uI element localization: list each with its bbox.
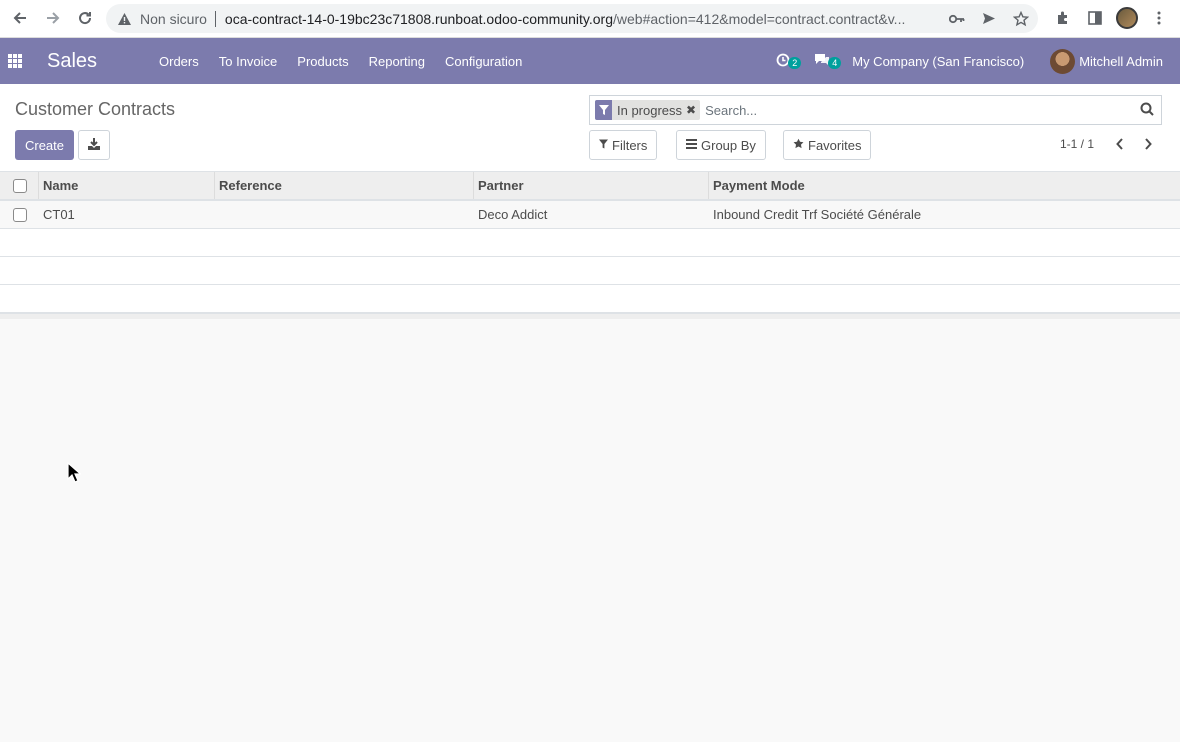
select-all-checkbox[interactable]: [13, 178, 27, 193]
address-bar[interactable]: Non sicuro oca-contract-14-0-19bc23c7180…: [106, 4, 1038, 33]
extensions-icon[interactable]: [1052, 6, 1074, 30]
url-text[interactable]: oca-contract-14-0-19bc23c71808.runboat.o…: [225, 11, 937, 27]
filter-icon: [595, 100, 612, 120]
star-icon: [793, 138, 804, 152]
profile-avatar[interactable]: [1116, 7, 1138, 29]
activity-badge: 2: [788, 56, 802, 69]
list-footer: [0, 313, 1180, 319]
menu-to-invoice[interactable]: To Invoice: [209, 54, 288, 69]
export-button[interactable]: [78, 130, 110, 160]
main-navbar: Sales Orders To Invoice Products Reporti…: [0, 38, 1180, 84]
forward-icon[interactable]: [42, 7, 64, 29]
url-host: oca-contract-14-0-19bc23c71808.runboat.o…: [224, 10, 613, 27]
pager-previous-icon[interactable]: [1110, 134, 1130, 154]
app-brand[interactable]: Sales: [47, 50, 97, 73]
favorites-label: Favorites: [808, 137, 862, 153]
menu-products[interactable]: Products: [287, 54, 358, 69]
filters-label: Filters: [612, 137, 648, 153]
row-checkbox[interactable]: [13, 207, 27, 222]
control-panel: Customer Contracts Create In progress ✖ …: [0, 84, 1180, 172]
column-header-partner[interactable]: Partner: [474, 172, 709, 199]
contracts-list: Name Reference Partner Payment Mode CT01…: [0, 172, 1180, 319]
empty-row: [0, 229, 1180, 257]
apps-menu-icon[interactable]: [8, 54, 22, 68]
column-header-payment-mode[interactable]: Payment Mode: [709, 172, 1180, 199]
company-switcher[interactable]: My Company (San Francisco): [844, 54, 1042, 69]
user-menu[interactable]: Mitchell Admin: [1042, 48, 1180, 74]
menu-orders[interactable]: Orders: [149, 54, 209, 69]
cell-partner[interactable]: Deco Addict: [474, 201, 709, 228]
activity-menu[interactable]: 2: [768, 53, 806, 70]
pager-value[interactable]: 1-1 / 1: [1060, 137, 1094, 151]
user-name: Mitchell Admin: [1079, 53, 1163, 69]
row-select-cell: [0, 201, 39, 228]
main-menu: Orders To Invoice Products Reporting Con…: [149, 38, 532, 84]
separator: [214, 10, 216, 27]
empty-row: [0, 257, 1180, 285]
create-button[interactable]: Create: [15, 130, 74, 160]
browser-toolbar: Non sicuro oca-contract-14-0-19bc23c7180…: [0, 0, 1180, 38]
warning-icon[interactable]: [116, 11, 132, 27]
table-row[interactable]: CT01 Deco Addict Inbound Credit Trf Soci…: [0, 201, 1180, 229]
cell-reference[interactable]: [215, 201, 474, 228]
download-icon: [88, 137, 100, 153]
back-icon[interactable]: [9, 7, 31, 29]
cell-name[interactable]: CT01: [39, 201, 215, 228]
key-icon[interactable]: [946, 8, 968, 30]
list-icon: [686, 138, 697, 152]
cell-payment-mode[interactable]: Inbound Credit Trf Société Générale: [709, 201, 1180, 228]
group-by-button[interactable]: Group By: [676, 130, 766, 160]
empty-row: [0, 285, 1180, 313]
url-path: /web#action=412&model=contract.contract&…: [613, 10, 906, 27]
filters-button[interactable]: Filters: [589, 130, 658, 160]
star-icon[interactable]: [1010, 8, 1032, 30]
search-bar: In progress ✖: [589, 95, 1162, 125]
insecure-label: Non sicuro: [140, 10, 207, 27]
facet-remove-icon[interactable]: ✖: [686, 103, 700, 117]
list-header: Name Reference Partner Payment Mode: [0, 172, 1180, 201]
messaging-menu[interactable]: 4: [806, 53, 844, 70]
search-icon[interactable]: [1140, 102, 1156, 118]
user-avatar: [1050, 48, 1076, 74]
message-badge: 4: [828, 56, 842, 69]
column-header-name[interactable]: Name: [39, 172, 215, 199]
group-by-label: Group By: [701, 137, 756, 153]
menu-reporting[interactable]: Reporting: [359, 54, 435, 69]
filter-facet: In progress ✖: [595, 100, 701, 120]
search-input[interactable]: [705, 102, 1126, 118]
filter-icon: [599, 139, 608, 152]
select-all-cell: [0, 172, 39, 199]
reload-icon[interactable]: [74, 7, 96, 29]
column-header-reference[interactable]: Reference: [215, 172, 474, 199]
kebab-menu-icon[interactable]: [1148, 6, 1170, 30]
page-title[interactable]: Customer Contracts: [15, 99, 175, 120]
favorites-button[interactable]: Favorites: [783, 130, 872, 160]
facet-value: In progress: [617, 102, 683, 118]
send-icon[interactable]: [978, 8, 1000, 30]
mouse-cursor-icon: [67, 461, 83, 484]
pager-next-icon[interactable]: [1138, 134, 1158, 154]
menu-configuration[interactable]: Configuration: [435, 54, 532, 69]
side-panel-icon[interactable]: [1084, 6, 1106, 30]
